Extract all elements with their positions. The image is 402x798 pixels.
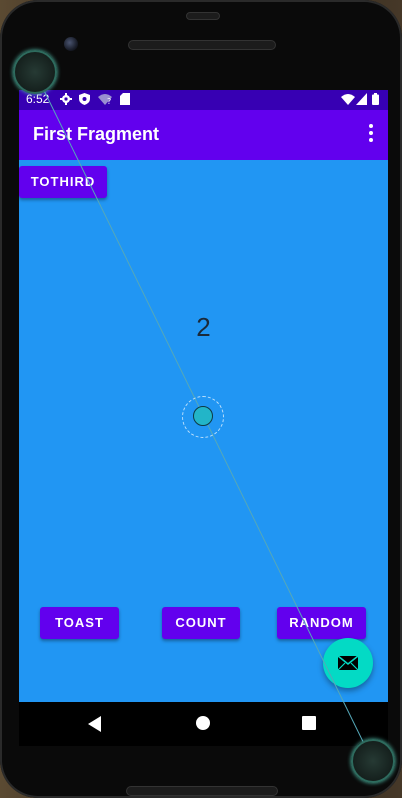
touch-start-marker [13, 50, 57, 94]
touch-end-marker [351, 739, 395, 783]
tap-point-indicator [193, 406, 213, 426]
